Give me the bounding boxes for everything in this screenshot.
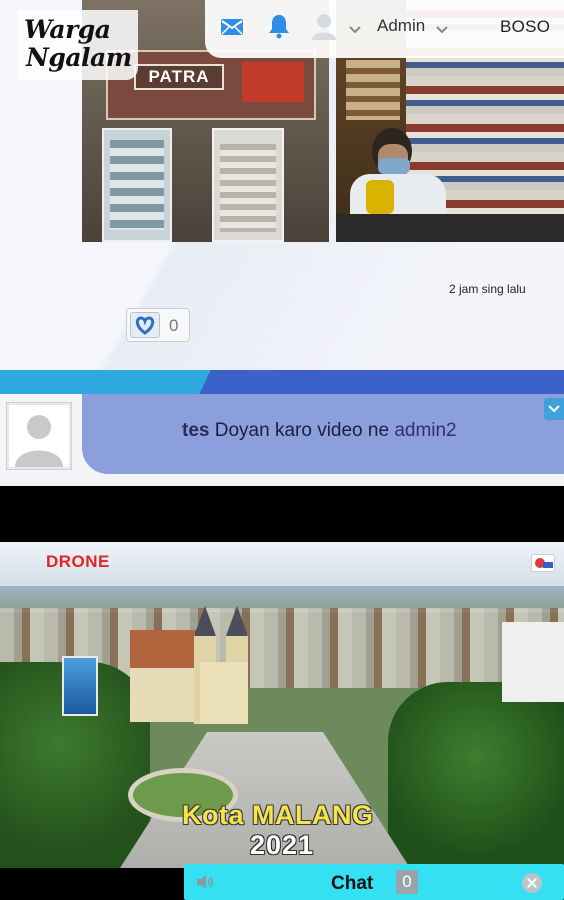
chat-label[interactable]: Chat — [331, 873, 373, 895]
notification-user[interactable]: tes — [182, 420, 209, 441]
notification-message: Doyan karo video ne — [209, 420, 395, 441]
speaker-icon[interactable] — [196, 874, 214, 890]
notification-bubble[interactable]: tes Doyan karo video ne admin2 — [82, 394, 564, 474]
post-timestamp: 2 jam sing lalu — [449, 282, 526, 296]
shop-cigarette-rack — [212, 128, 284, 242]
avatar[interactable] — [6, 402, 72, 470]
chevron-down-icon[interactable] — [435, 22, 449, 34]
notification-text: tes Doyan karo video ne admin2 — [182, 420, 457, 442]
logo-line-1: Warga — [24, 15, 111, 44]
counter-item — [366, 180, 394, 214]
user-icon[interactable] — [311, 12, 337, 40]
site-logo[interactable]: Warga Ngalam — [18, 10, 138, 80]
page: PATRA Warga Ngalam Admin BOSO 2 jam sing… — [0, 0, 564, 900]
logo-line-2: Ngalam — [26, 43, 132, 72]
church-building — [130, 606, 260, 724]
shop-sign-banner — [242, 62, 304, 102]
like-count: 0 — [169, 316, 179, 335]
top-navbar: Admin BOSO — [205, 0, 564, 58]
heart-icon — [130, 312, 160, 338]
shop-display-case — [102, 128, 172, 242]
user-menu-label[interactable]: Admin — [377, 16, 425, 36]
collapse-button[interactable] — [544, 398, 564, 420]
shop-counter — [336, 214, 564, 242]
section-divider-notch — [190, 370, 220, 394]
channel-logo-icon — [531, 554, 555, 572]
notification-target[interactable]: admin2 — [394, 420, 456, 441]
chat-bar[interactable]: Chat 0 — [184, 864, 564, 900]
bell-icon[interactable] — [267, 13, 291, 39]
video-tag: DRONE — [46, 552, 110, 571]
like-button[interactable]: 0 — [126, 308, 190, 342]
mail-icon[interactable] — [220, 15, 244, 39]
shop-sign-text: PATRA — [134, 64, 224, 90]
chat-count-badge: 0 — [396, 870, 418, 894]
language-button[interactable]: BOSO — [500, 17, 550, 37]
video-title: Kota MALANG — [182, 800, 374, 830]
chevron-down-icon[interactable] — [348, 22, 362, 34]
video-year: 2021 — [250, 830, 315, 860]
section-divider — [0, 370, 564, 394]
close-icon[interactable] — [522, 873, 542, 893]
